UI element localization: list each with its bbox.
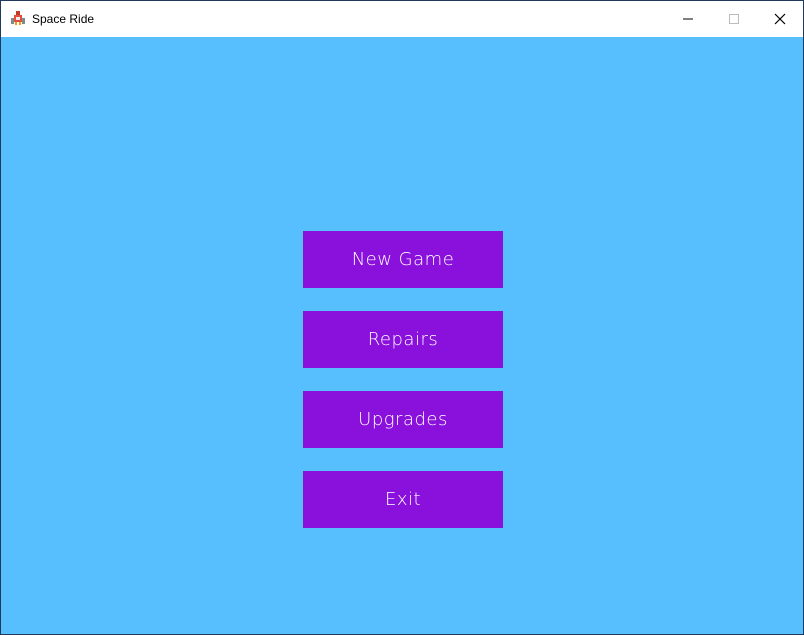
exit-button[interactable]: Exit <box>303 471 503 528</box>
maximize-button[interactable] <box>711 1 757 37</box>
close-icon <box>774 13 786 25</box>
repairs-button[interactable]: Repairs <box>303 311 503 368</box>
game-window: Space Ride New Game Repairs Upgrades Exi… <box>0 0 804 635</box>
minimize-icon <box>683 18 693 20</box>
window-controls <box>665 1 803 37</box>
new-game-button[interactable]: New Game <box>303 231 503 288</box>
window-title: Space Ride <box>32 12 95 26</box>
spaceship-icon <box>11 11 25 25</box>
minimize-button[interactable] <box>665 1 711 37</box>
maximize-icon <box>729 14 739 24</box>
title-bar[interactable]: Space Ride <box>1 1 803 37</box>
main-menu: New Game Repairs Upgrades Exit <box>303 231 503 551</box>
close-button[interactable] <box>757 1 803 37</box>
upgrades-button[interactable]: Upgrades <box>303 391 503 448</box>
